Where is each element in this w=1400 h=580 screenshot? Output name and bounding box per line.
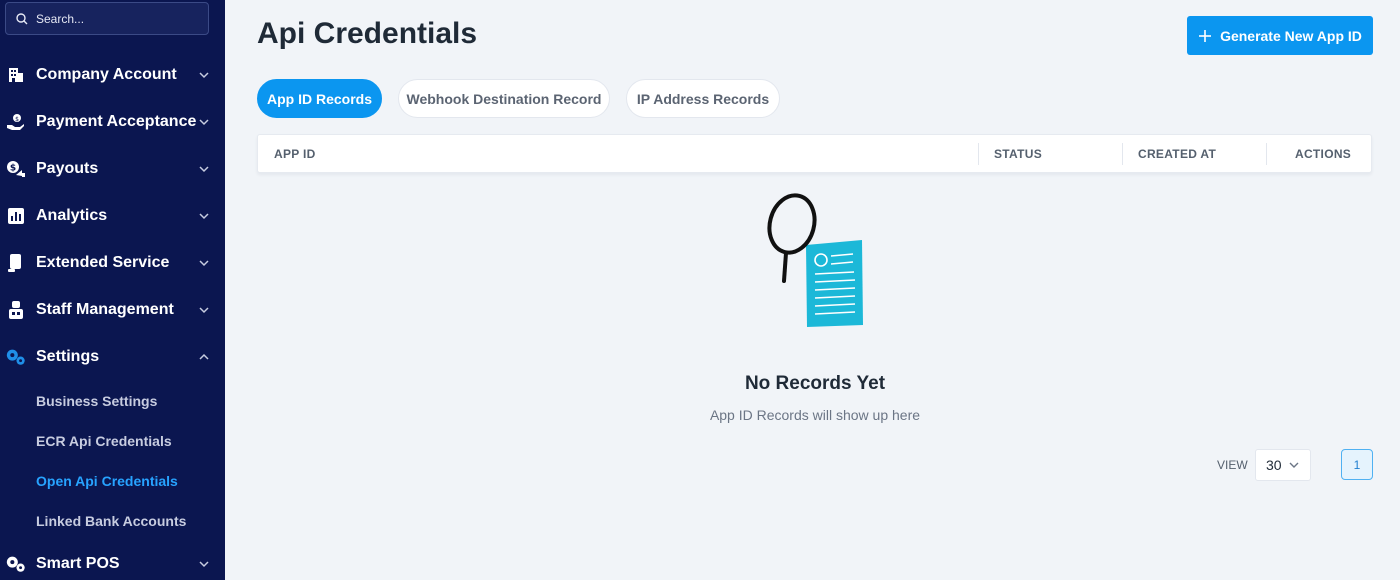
empty-state-subtitle: App ID Records will show up here: [709, 407, 921, 423]
chevron-down-icon: [199, 561, 209, 568]
svg-text:$: $: [15, 116, 19, 123]
sidebar-item-label: Analytics: [36, 207, 108, 224]
page-title: Api Credentials: [257, 17, 478, 50]
gears-icon: [5, 554, 27, 574]
plus-icon: [1199, 29, 1212, 42]
chevron-down-icon: [199, 213, 209, 220]
chevron-down-icon: [199, 307, 209, 314]
sidebar-item-label: Settings: [36, 348, 100, 365]
generate-button-label: Generate New App ID: [1220, 27, 1362, 44]
sidebar-item-extended-service[interactable]: Extended Service: [0, 245, 225, 281]
column-header-actions: ACTIONS: [1295, 147, 1352, 161]
sidebar-item-label: Payment Acceptance: [36, 113, 197, 130]
sidebar-item-analytics[interactable]: Analytics: [0, 198, 225, 234]
sidebar-subitem-linked-bank-accounts[interactable]: Linked Bank Accounts: [36, 513, 186, 529]
search-box[interactable]: [5, 2, 209, 35]
sidebar-item-settings[interactable]: Settings: [0, 339, 225, 375]
sidebar-item-company-account[interactable]: Company Account: [0, 57, 225, 93]
search-input[interactable]: [36, 11, 196, 26]
page-button-current[interactable]: 1: [1341, 449, 1373, 480]
view-label: VIEW: [1217, 458, 1248, 472]
chevron-up-icon: [199, 353, 209, 360]
empty-state-title: No Records Yet: [744, 373, 886, 394]
column-divider: [1122, 143, 1123, 165]
tab-app-id-records[interactable]: App ID Records: [257, 79, 382, 118]
sidebar: Company Account $ Payment Acceptance $ P…: [0, 0, 225, 580]
sidebar-item-label: Extended Service: [36, 254, 170, 271]
staff-icon: [5, 300, 27, 320]
chevron-down-icon: [1289, 462, 1299, 468]
chevron-down-icon: [199, 119, 209, 126]
sidebar-item-label: Smart POS: [36, 555, 120, 572]
chevron-down-icon: [199, 260, 209, 267]
sidebar-item-payouts[interactable]: $ Payouts: [0, 151, 225, 187]
bar-chart-icon: [5, 206, 27, 226]
sidebar-item-payment-acceptance[interactable]: $ Payment Acceptance: [0, 104, 225, 140]
generate-app-id-button[interactable]: Generate New App ID: [1187, 16, 1373, 55]
dollar-arrow-icon: $: [5, 159, 27, 179]
sidebar-subitem-business-settings[interactable]: Business Settings: [36, 393, 157, 409]
main-content: Api Credentials Generate New App ID App …: [225, 0, 1400, 580]
sidebar-item-label: Company Account: [36, 66, 177, 83]
building-icon: [5, 65, 27, 85]
column-header-app-id: APP ID: [274, 147, 316, 161]
sidebar-subitem-open-api-credentials[interactable]: Open Api Credentials: [36, 473, 178, 489]
device-icon: [5, 253, 27, 273]
column-header-created-at: CREATED AT: [1138, 147, 1217, 161]
gears-icon: [5, 347, 27, 367]
tab-ip-address-records[interactable]: IP Address Records: [626, 79, 780, 118]
table-header: APP ID STATUS CREATED AT ACTIONS: [257, 134, 1372, 173]
sidebar-subitem-ecr-api-credentials[interactable]: ECR Api Credentials: [36, 433, 172, 449]
column-divider: [978, 143, 979, 165]
svg-text:$: $: [10, 164, 16, 174]
search-icon: [16, 12, 28, 24]
page-size-select[interactable]: 30: [1255, 449, 1311, 481]
sidebar-item-label: Payouts: [36, 160, 99, 177]
chevron-down-icon: [199, 166, 209, 173]
tab-webhook-destination-record[interactable]: Webhook Destination Record: [398, 79, 610, 118]
sidebar-item-smart-pos[interactable]: Smart POS: [0, 546, 225, 580]
sidebar-item-label: Staff Management: [36, 301, 174, 318]
sidebar-item-staff-management[interactable]: Staff Management: [0, 292, 225, 328]
hand-coin-icon: $: [5, 112, 27, 132]
column-divider: [1266, 143, 1267, 165]
page-size-value: 30: [1266, 457, 1282, 473]
column-header-status: STATUS: [994, 147, 1043, 161]
chevron-down-icon: [199, 72, 209, 79]
empty-state-illustration: [767, 193, 863, 327]
